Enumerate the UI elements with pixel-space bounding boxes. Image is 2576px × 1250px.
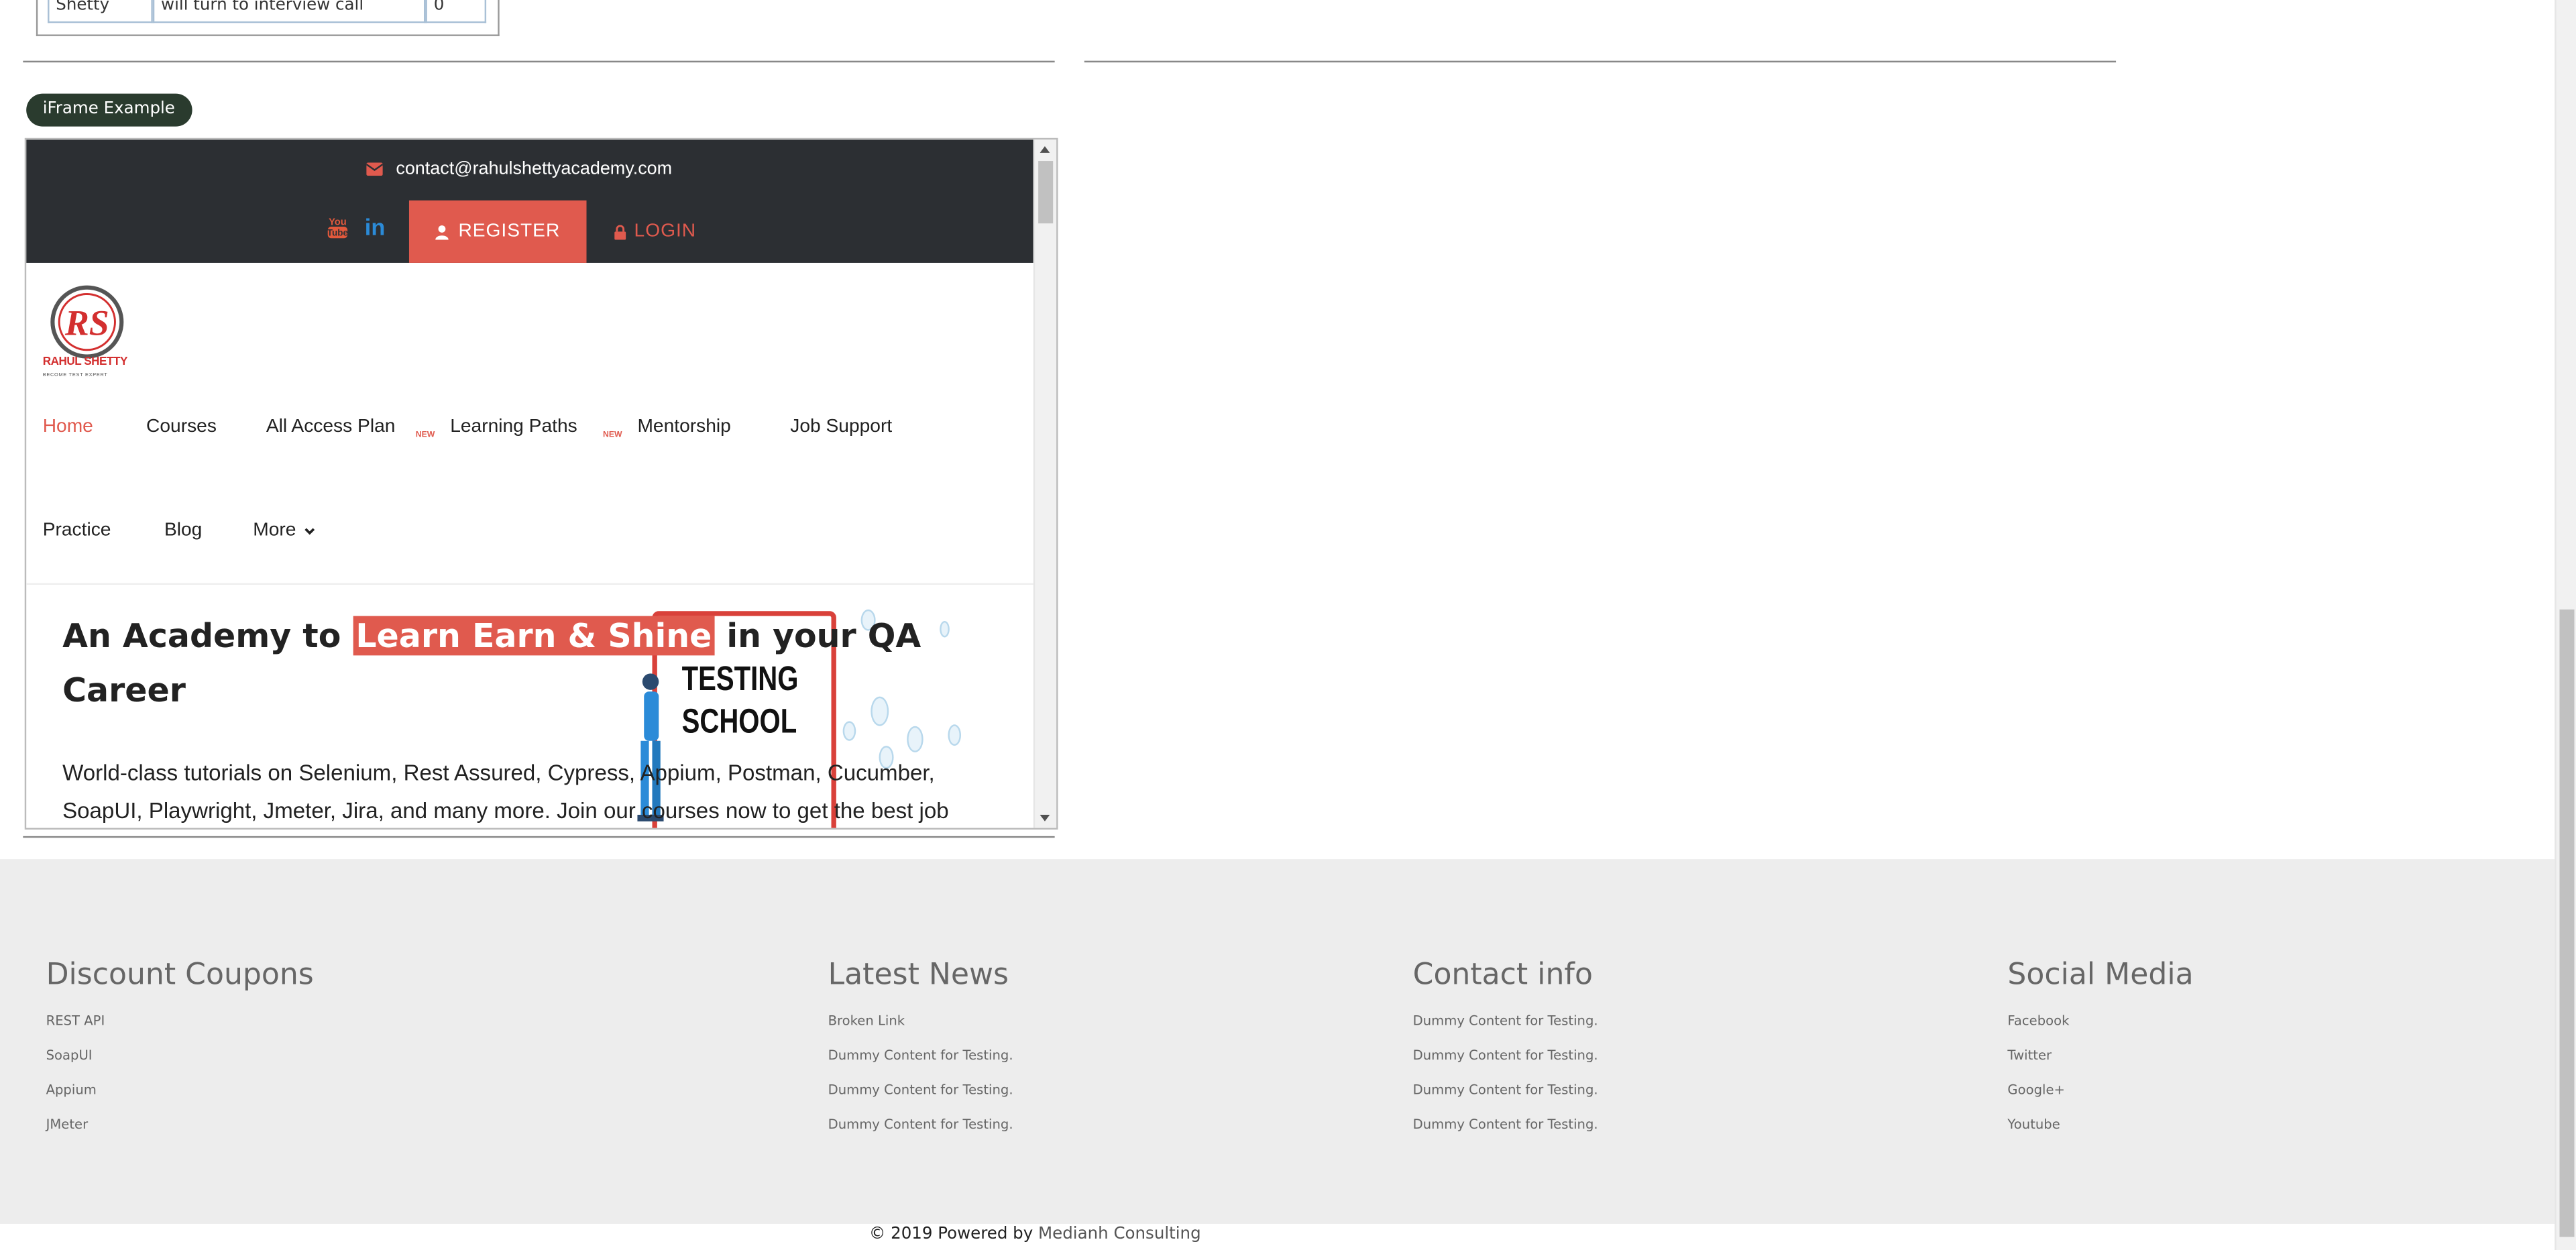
new-badge: NEW (603, 430, 622, 441)
iframe-scrollbar[interactable] (1033, 139, 1057, 828)
footer-heading: Social Media (2007, 958, 2194, 992)
footer-link[interactable]: Dummy Content for Testing. (828, 1117, 1013, 1151)
svg-text:Tube: Tube (327, 227, 349, 237)
nav-all-access-plan[interactable]: All Access Plan (266, 417, 396, 437)
new-badge: NEW (415, 430, 435, 441)
footer-link[interactable]: Dummy Content for Testing. (828, 1048, 1013, 1082)
footer-link[interactable]: Google+ (2007, 1082, 2193, 1117)
footer-column-contact-info: Contact info Dummy Content for Testing. … (1413, 958, 1598, 1151)
nav-home[interactable]: Home (43, 417, 93, 437)
footer-link[interactable]: Dummy Content for Testing. (1413, 1117, 1598, 1151)
scroll-up-arrow-icon[interactable] (1040, 146, 1050, 153)
footer-link[interactable]: Dummy Content for Testing. (828, 1082, 1013, 1117)
copyright-prefix: © 2019 Powered by (869, 1225, 1039, 1244)
nav-more-dropdown[interactable]: More (253, 521, 316, 541)
footer-link[interactable]: Youtube (2007, 1117, 2193, 1151)
page-scrollbar-thumb[interactable] (2559, 609, 2575, 1237)
footer-link[interactable]: Facebook (2007, 1013, 2193, 1047)
footer-link[interactable]: JMeter (46, 1117, 314, 1151)
nav-blog[interactable]: Blog (164, 521, 202, 541)
nav-more-label: More (253, 520, 296, 541)
hero-title: An Academy to Learn Earn & Shine in your… (62, 610, 983, 718)
hero-title-prefix: An Academy to (62, 616, 353, 656)
contact-email-text: contact@rahulshettyacademy.com (396, 159, 673, 180)
footer-link[interactable]: REST API (46, 1013, 314, 1047)
nav-divider (26, 583, 1033, 585)
section-divider-right (1084, 60, 2117, 63)
footer-heading: Contact info (1412, 958, 1593, 992)
chevron-down-icon (304, 527, 315, 534)
login-label: LOGIN (634, 221, 697, 242)
decorative-bubble (842, 721, 856, 741)
scroll-down-arrow-icon[interactable] (1040, 815, 1050, 821)
lock-icon (614, 224, 626, 239)
svg-text:RS: RS (64, 303, 109, 343)
section-divider-bottom (23, 836, 1055, 838)
footer-link[interactable]: Dummy Content for Testing. (1413, 1082, 1598, 1117)
copyright: © 2019 Powered by Medianh Consulting (869, 1225, 1201, 1243)
logo-tagline: BECOME TEST EXPERT (42, 371, 108, 378)
web-table-fragment: Shetty will turn to interview call 0 (36, 0, 500, 36)
page-scrollbar[interactable] (2555, 0, 2576, 1250)
user-icon (435, 224, 449, 239)
envelope-icon (366, 162, 383, 176)
copyright-brand-link[interactable]: Medianh Consulting (1038, 1225, 1201, 1243)
iframe-legend: iFrame Example (26, 93, 192, 127)
svg-text:You: You (329, 216, 347, 227)
login-button[interactable]: LOGIN (614, 201, 696, 263)
footer-heading: Latest News (828, 958, 1009, 992)
footer-link[interactable]: Appium (46, 1082, 314, 1117)
table-cell-name: Shetty (48, 0, 153, 23)
nav-mentorship[interactable]: Mentorship (637, 417, 730, 437)
nav-learning-paths[interactable]: Learning Paths (450, 417, 577, 437)
linkedin-icon[interactable]: in (365, 213, 386, 239)
footer-link[interactable]: Broken Link (828, 1013, 1013, 1047)
youtube-icon[interactable]: You Tube (327, 215, 348, 239)
iframe-top-bar: contact@rahulshettyacademy.com You Tube … (26, 139, 1033, 263)
hero-description: World-class tutorials on Selenium, Rest … (62, 760, 949, 823)
nav-practice[interactable]: Practice (43, 521, 111, 541)
nav-job-support[interactable]: Job Support (790, 417, 892, 437)
register-label: REGISTER (458, 221, 561, 242)
table-cell-amount: 0 (425, 0, 487, 23)
contact-email-link[interactable]: contact@rahulshettyacademy.com (366, 158, 672, 180)
page: Shetty will turn to interview call 0 iFr… (0, 0, 2576, 1250)
register-button[interactable]: REGISTER (408, 200, 587, 263)
footer-column-latest-news: Latest News Broken Link Dummy Content fo… (828, 958, 1013, 1151)
decorative-bubble (948, 724, 962, 746)
footer-heading: Discount Coupons (46, 958, 314, 992)
iframe-scrollbar-thumb[interactable] (1038, 161, 1054, 224)
footer: Discount Coupons REST API SoapUI Appium … (0, 859, 2555, 1224)
decorative-bubble (907, 726, 923, 752)
nav-courses[interactable]: Courses (146, 417, 217, 437)
section-divider-left (23, 60, 1055, 63)
courses-iframe[interactable]: contact@rahulshettyacademy.com You Tube … (24, 137, 1058, 830)
footer-link[interactable]: Twitter (2007, 1048, 2193, 1082)
table-cell-message: will turn to interview call (152, 0, 426, 23)
footer-link[interactable]: Dummy Content for Testing. (1413, 1048, 1598, 1082)
footer-link[interactable]: Dummy Content for Testing. (1413, 1013, 1598, 1047)
social-icons: You Tube in (327, 213, 386, 239)
logo-brand-text: RAHUL SHETTY (42, 356, 128, 368)
footer-link[interactable]: SoapUI (46, 1048, 314, 1082)
footer-column-discount-coupons: Discount Coupons REST API SoapUI Appium … (46, 958, 314, 1151)
footer-column-social-media: Social Media Facebook Twitter Google+ Yo… (2007, 958, 2193, 1151)
hero-title-highlight: Learn Earn & Shine (352, 616, 716, 656)
